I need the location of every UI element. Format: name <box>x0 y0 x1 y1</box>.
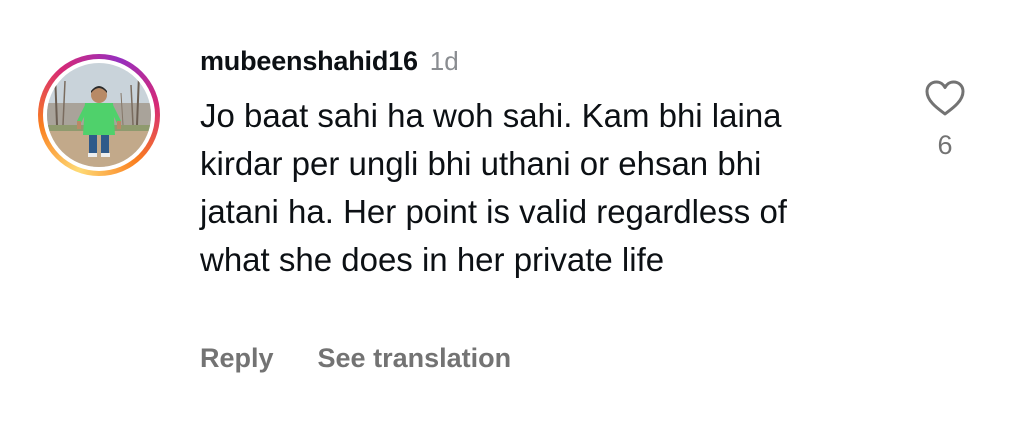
comment-header: mubeenshahid16 1d <box>200 46 459 80</box>
reply-button[interactable]: Reply <box>200 343 274 374</box>
timestamp: 1d <box>429 46 459 76</box>
comment-actions: Reply See translation <box>200 340 511 376</box>
avatar <box>47 63 151 167</box>
avatar-story-ring[interactable] <box>38 54 160 176</box>
see-translation-button[interactable]: See translation <box>318 343 512 374</box>
like-count: 6 <box>937 130 953 160</box>
heart-outline-icon <box>925 80 965 116</box>
comment-item: mubeenshahid16 1d Jo baat sahi ha woh sa… <box>0 0 1024 425</box>
comment-text: Jo baat sahi ha woh sahi. Kam bhi laina … <box>200 97 787 278</box>
username[interactable]: mubeenshahid16 <box>200 46 418 77</box>
like-button[interactable] <box>920 74 970 122</box>
avatar-ring-gap <box>43 59 155 171</box>
